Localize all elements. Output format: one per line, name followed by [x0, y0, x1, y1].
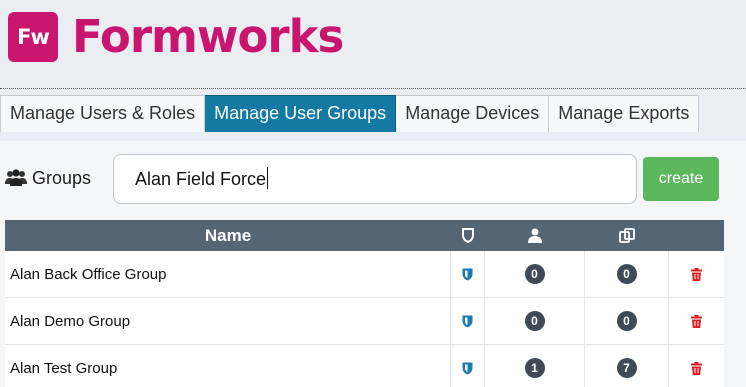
groups-label-text: Groups — [32, 167, 92, 188]
device-count-cell: 0 — [585, 298, 669, 344]
group-name-value: Alan Field Force — [135, 169, 267, 189]
device-count-cell: 0 — [585, 251, 669, 297]
shield-icon[interactable] — [451, 251, 485, 297]
group-name-cell[interactable]: Alan Back Office Group — [5, 251, 451, 297]
brand-logo-mark: Fw — [8, 12, 58, 62]
table-row[interactable]: Alan Demo Group 0 0 — [5, 298, 724, 345]
tab-bar: Manage Users & Roles Manage User Groups … — [0, 95, 700, 132]
device-count-badge[interactable]: 0 — [616, 264, 637, 284]
trash-icon[interactable] — [669, 298, 724, 344]
table-header: Name — [5, 220, 724, 251]
user-count-cell: 0 — [485, 251, 585, 297]
device-count-cell: 7 — [585, 345, 669, 387]
tab-manage-devices[interactable]: Manage Devices — [396, 95, 550, 132]
user-count-cell: 1 — [485, 345, 585, 387]
column-header-actions — [669, 220, 724, 251]
table-row[interactable]: Alan Test Group 1 7 — [5, 345, 724, 387]
app-header: Fw Formworks — [0, 0, 746, 88]
user-count-badge[interactable]: 0 — [524, 311, 545, 331]
devices-icon — [585, 220, 669, 251]
group-name-input[interactable]: Alan Field Force — [113, 154, 637, 204]
trash-icon[interactable] — [669, 251, 724, 297]
device-count-badge[interactable]: 7 — [616, 358, 637, 378]
group-name-cell[interactable]: Alan Test Group — [5, 345, 451, 387]
user-count-badge[interactable]: 0 — [524, 264, 545, 284]
brand-name: Formworks — [72, 10, 344, 63]
shield-icon[interactable] — [451, 298, 485, 344]
tab-manage-users-roles[interactable]: Manage Users & Roles — [0, 95, 206, 132]
column-header-name[interactable]: Name — [5, 220, 451, 251]
group-name-cell[interactable]: Alan Demo Group — [5, 298, 451, 344]
groups-label: Groups — [5, 163, 91, 193]
text-cursor — [267, 167, 269, 189]
device-count-badge[interactable]: 0 — [616, 311, 637, 331]
user-count-cell: 0 — [485, 298, 585, 344]
user-count-badge[interactable]: 1 — [524, 358, 545, 378]
tab-manage-user-groups[interactable]: Manage User Groups — [205, 95, 397, 132]
table-row[interactable]: Alan Back Office Group 0 0 — [5, 251, 724, 298]
shield-icon[interactable] — [451, 345, 485, 387]
shield-icon — [451, 220, 485, 251]
groups-table: Name Alan Back Office Group 0 0 Alan Dem… — [5, 220, 724, 387]
create-button[interactable]: create — [643, 157, 719, 201]
trash-icon[interactable] — [669, 345, 724, 387]
user-icon — [485, 220, 585, 251]
divider — [0, 88, 746, 89]
tab-manage-exports[interactable]: Manage Exports — [549, 95, 700, 132]
users-icon — [5, 169, 27, 187]
